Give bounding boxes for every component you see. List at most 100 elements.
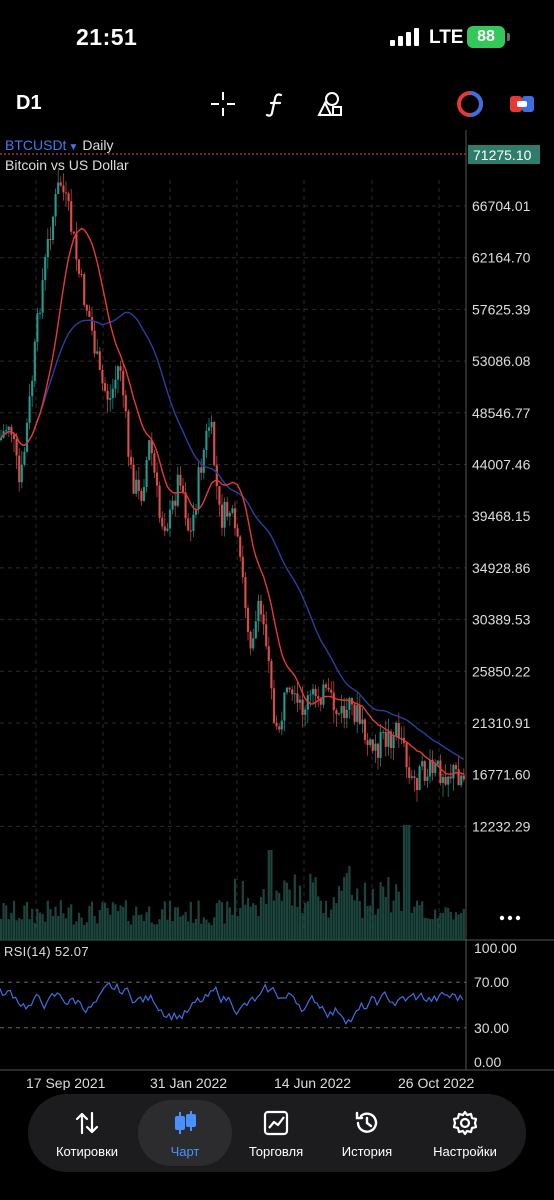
candle-body xyxy=(57,182,60,195)
candle-body xyxy=(340,705,343,714)
tab-history[interactable]: История xyxy=(332,1094,402,1172)
candle-body xyxy=(270,660,273,689)
sort-arrows-icon xyxy=(72,1108,102,1138)
new-order-icon[interactable] xyxy=(506,88,538,120)
candle-body xyxy=(205,430,208,450)
volume-bar xyxy=(5,905,8,940)
volume-bar xyxy=(439,913,442,940)
price-axis-label: 44007.46 xyxy=(472,457,531,473)
candle-body xyxy=(233,508,237,529)
candle-body xyxy=(28,396,31,423)
candle-body xyxy=(59,182,62,186)
candle-body xyxy=(12,434,16,439)
rsi-legend: RSI(14) 52.07 xyxy=(4,944,89,959)
volume-bar xyxy=(18,917,21,940)
candle-body xyxy=(202,449,205,473)
candle-body xyxy=(62,185,65,193)
candle-body xyxy=(70,201,73,232)
volume-bar xyxy=(174,907,177,940)
tab-trade[interactable]: Торговля xyxy=(240,1094,312,1172)
candle-body xyxy=(421,761,424,767)
timeframe-button[interactable]: D1 xyxy=(16,92,42,115)
chart-toolbar: D1 xyxy=(0,80,554,128)
battery-icon: 88 xyxy=(467,26,505,48)
trend-chart-icon xyxy=(261,1108,291,1138)
candle-body xyxy=(18,455,21,483)
volume-bar xyxy=(291,905,294,940)
price-axis-label: 12232.29 xyxy=(472,818,531,834)
candle-body xyxy=(36,313,39,342)
candle-body xyxy=(179,474,182,486)
candle-body xyxy=(382,731,385,733)
candle-body xyxy=(285,687,289,693)
candle-body xyxy=(436,760,439,765)
volume-bar xyxy=(265,903,268,940)
candle-body xyxy=(77,259,81,274)
tab-chart[interactable]: Чарт xyxy=(146,1094,224,1172)
volume-bar xyxy=(306,901,309,940)
symbol-legend[interactable]: BTCUSDt ▼ Daily xyxy=(5,137,113,153)
price-axis-label: 53086.08 xyxy=(472,353,531,369)
symbol-period: Daily xyxy=(82,137,114,153)
volume-bar xyxy=(405,825,408,940)
status-bar: 21:51 LTE 88 xyxy=(0,0,554,76)
volume-bar xyxy=(101,902,104,940)
volume-bar xyxy=(283,880,286,940)
crosshair-icon[interactable] xyxy=(207,88,239,120)
volume-bar xyxy=(135,906,138,940)
candle-body xyxy=(301,699,304,715)
volume-bar xyxy=(340,890,343,940)
rsi-line xyxy=(0,981,464,1025)
rsi-value: 52.07 xyxy=(54,944,89,959)
symbol-name[interactable]: BTCUSDt xyxy=(5,137,66,153)
volume-bar xyxy=(366,905,369,940)
volume-bar xyxy=(202,917,205,940)
candle-body xyxy=(418,766,421,791)
volume-bar xyxy=(75,921,78,940)
candle-body xyxy=(155,472,159,486)
volume-bar xyxy=(275,890,278,940)
volume-bar xyxy=(280,900,283,940)
volume-bar xyxy=(145,912,148,940)
candle-body xyxy=(5,430,8,432)
candle-body xyxy=(200,467,203,473)
indicators-icon[interactable] xyxy=(260,88,292,120)
volume-bar xyxy=(148,906,151,940)
volume-bar xyxy=(137,915,140,940)
candle-body xyxy=(304,709,307,715)
volume-bar xyxy=(431,919,434,940)
volume-bar xyxy=(423,917,426,940)
volume-bar xyxy=(197,900,200,940)
candle-body xyxy=(439,760,442,783)
tab-settings[interactable]: Настройки xyxy=(426,1094,504,1172)
candle-body xyxy=(317,696,320,699)
candle-body xyxy=(148,440,151,460)
symbol-dropdown-icon[interactable]: ▼ xyxy=(68,142,78,153)
candle-body xyxy=(356,705,359,722)
candle-body xyxy=(262,614,265,625)
candle-body xyxy=(231,508,234,513)
volume-bar xyxy=(348,866,351,940)
tab-quotes[interactable]: Котировки xyxy=(50,1094,124,1172)
price-axis-label: 30389.53 xyxy=(472,612,531,628)
symbol-description: Bitcoin vs US Dollar xyxy=(5,157,129,173)
volume-bar xyxy=(62,913,65,940)
candle-body xyxy=(72,231,75,234)
volume-bar xyxy=(241,880,244,940)
volume-bar xyxy=(332,897,335,940)
volume-bar xyxy=(2,903,5,940)
drawing-tools-icon[interactable] xyxy=(314,88,346,120)
candle-body xyxy=(54,194,57,217)
one-click-trading-icon[interactable] xyxy=(454,88,486,120)
candle-body xyxy=(447,776,450,785)
volume-bar xyxy=(90,901,94,940)
candle-body xyxy=(330,689,333,693)
volume-bar xyxy=(363,882,367,940)
status-time: 21:51 xyxy=(76,24,138,50)
volume-bar xyxy=(301,913,304,940)
fast-moving-average-line xyxy=(0,227,465,775)
candle-body xyxy=(423,761,426,781)
candle-body xyxy=(7,426,10,431)
volume-bar xyxy=(239,908,242,940)
volume-bar xyxy=(252,903,255,940)
